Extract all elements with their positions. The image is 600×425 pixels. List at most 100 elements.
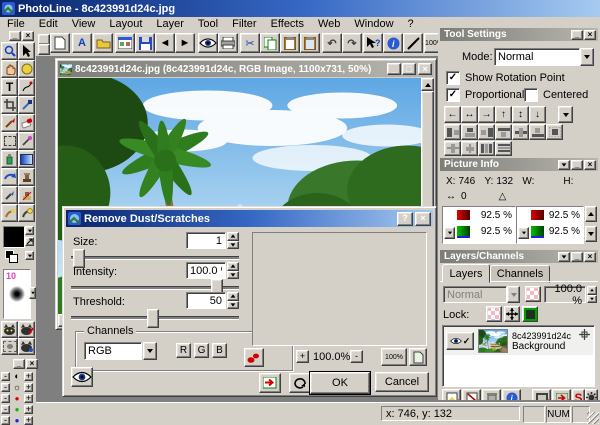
- burn-tool[interactable]: [18, 204, 35, 222]
- distribute-bottom-button[interactable]: [529, 124, 546, 140]
- resize-grip[interactable]: [587, 412, 599, 424]
- context-help-button[interactable]: ?: [363, 33, 383, 53]
- new-text-button[interactable]: A: [72, 33, 92, 53]
- blue-minus-button[interactable]: -: [1, 416, 10, 425]
- picture-info-menu-button[interactable]: [558, 160, 570, 170]
- preview-zoom-out-button[interactable]: -: [350, 350, 363, 363]
- blue-plus-button[interactable]: +: [24, 416, 33, 425]
- equal-height-button[interactable]: [495, 141, 512, 156]
- menu-view[interactable]: View: [65, 17, 103, 31]
- menu-window[interactable]: Window: [347, 17, 400, 31]
- size-down-button[interactable]: [227, 241, 239, 250]
- spray-tool[interactable]: [1, 150, 18, 168]
- distribute-right-button[interactable]: [478, 124, 495, 140]
- layers-menu-button[interactable]: [558, 252, 570, 262]
- layers-titlebar[interactable]: Layers/Channels _ ×: [440, 250, 598, 263]
- threshold-up-button[interactable]: [227, 292, 239, 301]
- red-plus-button[interactable]: +: [24, 394, 33, 403]
- dust-sample-button[interactable]: [244, 348, 264, 367]
- centered-checkbox[interactable]: [524, 88, 538, 102]
- opacity-field[interactable]: 100.0 %: [544, 286, 586, 303]
- document-close-button[interactable]: ×: [418, 63, 432, 75]
- align-center-v-button[interactable]: ↕: [512, 106, 529, 123]
- paste-button[interactable]: [280, 33, 300, 53]
- marquee-tool[interactable]: [1, 132, 18, 150]
- tool-palette-titlebar[interactable]: _ ×: [0, 29, 36, 42]
- stepper-minimize-button[interactable]: _: [13, 359, 25, 369]
- info-scroll-up-button[interactable]: [585, 206, 597, 222]
- space-h-button[interactable]: [444, 141, 461, 156]
- channel-r-button[interactable]: R: [176, 343, 191, 358]
- preview-toggle-button[interactable]: [71, 367, 93, 387]
- pattern-stamp-tool[interactable]: [18, 186, 35, 204]
- info-scroll-down-button[interactable]: [585, 226, 597, 242]
- red-minus-button[interactable]: -: [1, 394, 10, 403]
- menu-filter[interactable]: Filter: [225, 17, 263, 31]
- green-minus-button[interactable]: -: [1, 405, 10, 414]
- crop-tool[interactable]: [1, 96, 18, 114]
- zoom-tool[interactable]: [1, 42, 18, 60]
- default-colors-button[interactable]: [5, 250, 17, 262]
- mode-select-arrow[interactable]: [580, 48, 594, 66]
- layers-close-button[interactable]: ×: [584, 252, 596, 262]
- clone-stamp-tool[interactable]: [18, 168, 35, 186]
- mask-move-tool[interactable]: [18, 338, 35, 355]
- foreground-color-swatch[interactable]: [3, 226, 25, 248]
- swap-colors-button[interactable]: [25, 237, 34, 246]
- distribute-left-button[interactable]: [444, 124, 461, 140]
- channel-select[interactable]: RGB: [84, 342, 142, 360]
- lock-transparency-button[interactable]: [486, 306, 502, 322]
- dodge-tool[interactable]: [1, 204, 18, 222]
- dialog-close-button[interactable]: ×: [415, 212, 431, 226]
- color-stepper-titlebar[interactable]: _ ×: [0, 357, 40, 370]
- eraser-tool[interactable]: [18, 114, 35, 132]
- brush-dropdown-button[interactable]: [29, 287, 36, 299]
- threshold-input[interactable]: [186, 292, 226, 309]
- picture-info-minimize-button[interactable]: _: [571, 160, 583, 170]
- toolbar-handle-up[interactable]: [38, 34, 48, 43]
- blend-mode-select[interactable]: Normal: [443, 286, 507, 303]
- forward-button[interactable]: ►: [175, 33, 195, 53]
- scroll-up-button[interactable]: [421, 78, 434, 91]
- brightness-plus-button[interactable]: +: [24, 383, 33, 392]
- pan-tool[interactable]: [1, 60, 18, 78]
- distribute-both-button[interactable]: [546, 124, 563, 140]
- equal-width-button[interactable]: [478, 141, 495, 156]
- info-button[interactable]: i: [383, 33, 403, 53]
- opacity-up-button[interactable]: [587, 286, 597, 295]
- palette-close-button[interactable]: ×: [22, 31, 34, 41]
- mask-view-tool[interactable]: [1, 321, 18, 338]
- palette-minimize-button[interactable]: _: [9, 31, 21, 41]
- intensity-down-button[interactable]: [227, 271, 239, 280]
- undo-button[interactable]: ↶: [322, 33, 342, 53]
- preview-image[interactable]: [253, 233, 426, 345]
- menu-help[interactable]: ?: [401, 17, 421, 31]
- app-titlebar[interactable]: PhotoLine - 8c423991d24c.jpg: [0, 0, 600, 17]
- contrast-minus-button[interactable]: -: [1, 372, 10, 381]
- layer-row-background[interactable]: ✓ 8c423991d24c Background: [444, 327, 593, 355]
- brightness-minus-button[interactable]: -: [1, 383, 10, 392]
- size-input[interactable]: [186, 232, 226, 249]
- measure-button[interactable]: [403, 33, 423, 53]
- contrast-plus-button[interactable]: +: [24, 372, 33, 381]
- reset-button[interactable]: [289, 373, 311, 393]
- distribute-center-h-button[interactable]: [461, 124, 478, 140]
- tab-layers[interactable]: Layers: [442, 264, 490, 283]
- opacity-spinner[interactable]: [587, 286, 597, 303]
- menu-layout[interactable]: Layout: [102, 17, 149, 31]
- stepper-close-button[interactable]: ×: [26, 359, 38, 369]
- lock-position-button[interactable]: [504, 306, 520, 322]
- save-button[interactable]: [135, 33, 155, 53]
- color-info-2-dropdown[interactable]: [518, 227, 529, 239]
- menu-layer[interactable]: Layer: [149, 17, 191, 31]
- menu-effects[interactable]: Effects: [264, 17, 311, 31]
- layers-minimize-button[interactable]: _: [571, 252, 583, 262]
- mask-select-tool[interactable]: [1, 338, 18, 355]
- green-plus-button[interactable]: +: [24, 405, 33, 414]
- new-document-button[interactable]: [50, 33, 70, 53]
- preview-button[interactable]: [198, 33, 218, 53]
- preview-zoom-in-button[interactable]: +: [296, 350, 309, 363]
- align-more-button[interactable]: [558, 106, 573, 123]
- layer-transparency-button[interactable]: [525, 286, 541, 302]
- intensity-slider[interactable]: [71, 286, 239, 290]
